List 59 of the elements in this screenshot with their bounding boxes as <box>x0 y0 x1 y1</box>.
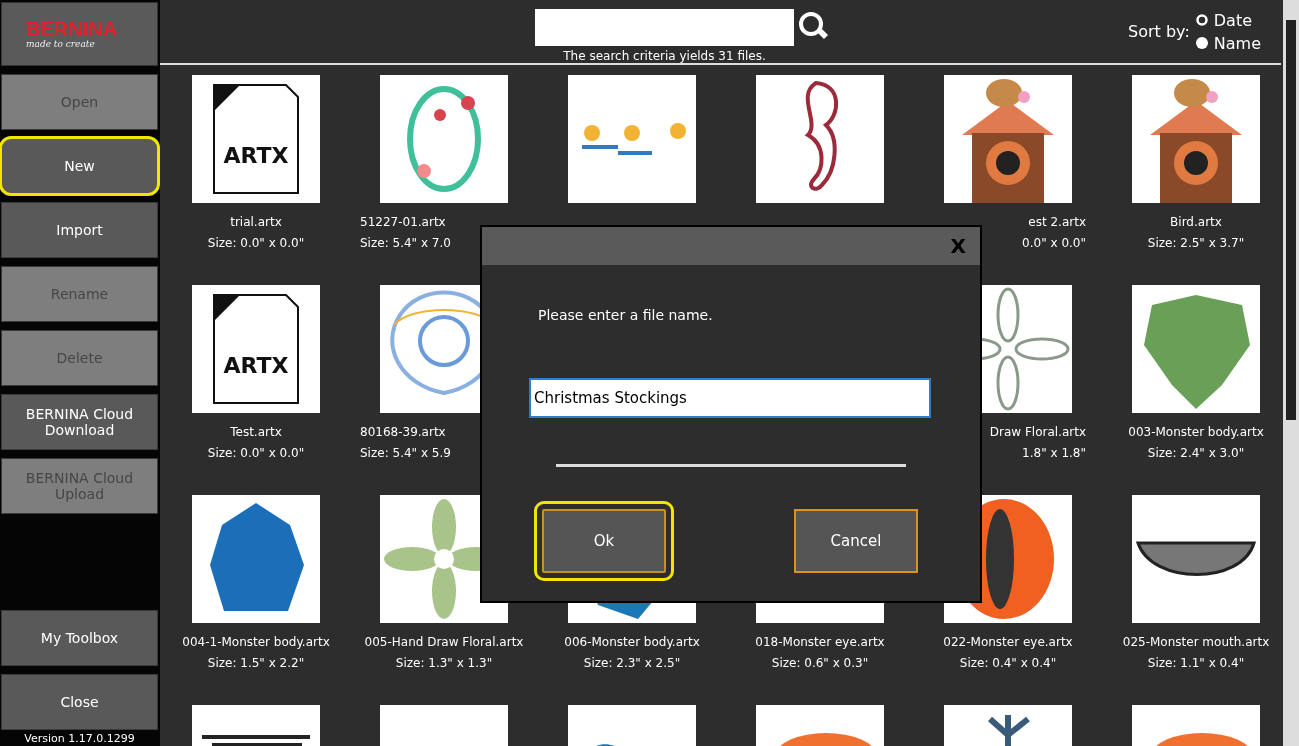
plant-drawing <box>987 712 1031 746</box>
file-name: 025-Monster mouth.artx <box>1122 635 1270 649</box>
sidebar-button[interactable]: BERNINA Cloud Download <box>1 394 158 450</box>
file-name: 018-Monster eye.artx <box>755 635 885 649</box>
sidebar-button[interactable]: My Toolbox <box>1 610 158 666</box>
search-field[interactable] <box>535 9 794 46</box>
file-name: 022-Monster eye.artx <box>943 635 1073 649</box>
file-size: Size: 2.4" x 3.0" <box>1147 446 1245 460</box>
file-size: Size: 0.0" x 0.0" <box>207 446 305 460</box>
design-thumbnail[interactable] <box>1132 495 1260 623</box>
file-size: Size: 0.6" x 0.3" <box>771 656 869 670</box>
file-name: 51227-01.artx <box>360 215 446 229</box>
file-name: 004-1-Monster body.artx <box>182 635 330 649</box>
version-label: Version 1.17.0.1299 <box>23 732 136 746</box>
sidebar-button[interactable]: Import <box>1 202 158 258</box>
file-name: Draw Floral.artx <box>989 425 1086 439</box>
sidebar-button[interactable]: Close <box>1 674 158 730</box>
file-size: Size: 5.4" x 7.0 <box>360 236 451 250</box>
file-name: 006-Monster body.artx <box>564 635 700 649</box>
file-icon <box>213 84 299 194</box>
file-size: Size: 2.5" x 3.7" <box>1147 236 1245 250</box>
design-thumbnail[interactable] <box>380 75 508 203</box>
file-size: 1.8" x 1.8" <box>1022 446 1086 460</box>
radio-button[interactable] <box>1195 14 1208 26</box>
file-type-label: ARTX <box>223 143 289 168</box>
design-thumbnail[interactable] <box>568 75 696 203</box>
design-thumbnail[interactable] <box>756 75 884 203</box>
file-size: Size: 5.4" x 5.9 <box>360 446 451 460</box>
file-size: Size: 1.5" x 2.2" <box>207 656 305 670</box>
file-icon <box>213 294 299 404</box>
design-thumbnail[interactable] <box>944 75 1072 203</box>
design-thumbnail[interactable] <box>192 495 320 623</box>
logo: BERNINA made to create <box>1 2 158 66</box>
file-name-field[interactable]: Christmas Stockings <box>529 378 931 418</box>
file-name: trial.artx <box>230 215 282 229</box>
search-result-text: The search criteria yields 31 files. <box>563 49 766 63</box>
radio-button[interactable] <box>1195 37 1208 49</box>
file-name: 80168-39.artx <box>360 425 446 439</box>
dialog-prompt: Please enter a file name. <box>538 307 714 323</box>
sort-option[interactable]: Name <box>1213 33 1261 53</box>
scrollbar[interactable] <box>1283 0 1299 746</box>
dialog-button[interactable]: Cancel <box>794 509 918 573</box>
sidebar-button[interactable]: New <box>1 138 158 194</box>
file-size: Size: 0.4" x 0.4" <box>959 656 1057 670</box>
file-size: Size: 0.0" x 0.0" <box>207 236 305 250</box>
design-thumbnail[interactable] <box>1132 285 1260 413</box>
file-name: est 2.artx <box>1028 215 1086 229</box>
file-name: Bird.artx <box>1170 215 1222 229</box>
file-size: Size: 1.1" x 0.4" <box>1147 656 1245 670</box>
file-name: 003-Monster body.artx <box>1128 425 1264 439</box>
sort-option[interactable]: Date <box>1213 10 1253 30</box>
file-size: Size: 2.3" x 2.5" <box>583 656 681 670</box>
file-name: Test.artx <box>230 425 282 439</box>
sort-label: Sort by: <box>1128 22 1190 41</box>
design-thumbnail[interactable] <box>1132 75 1260 203</box>
file-name: 005-Hand Draw Floral.artx <box>364 635 524 649</box>
file-size: Size: 1.3" x 1.3" <box>395 656 493 670</box>
file-type-label: ARTX <box>223 353 289 378</box>
file-size: 0.0" x 0.0" <box>1022 236 1086 250</box>
